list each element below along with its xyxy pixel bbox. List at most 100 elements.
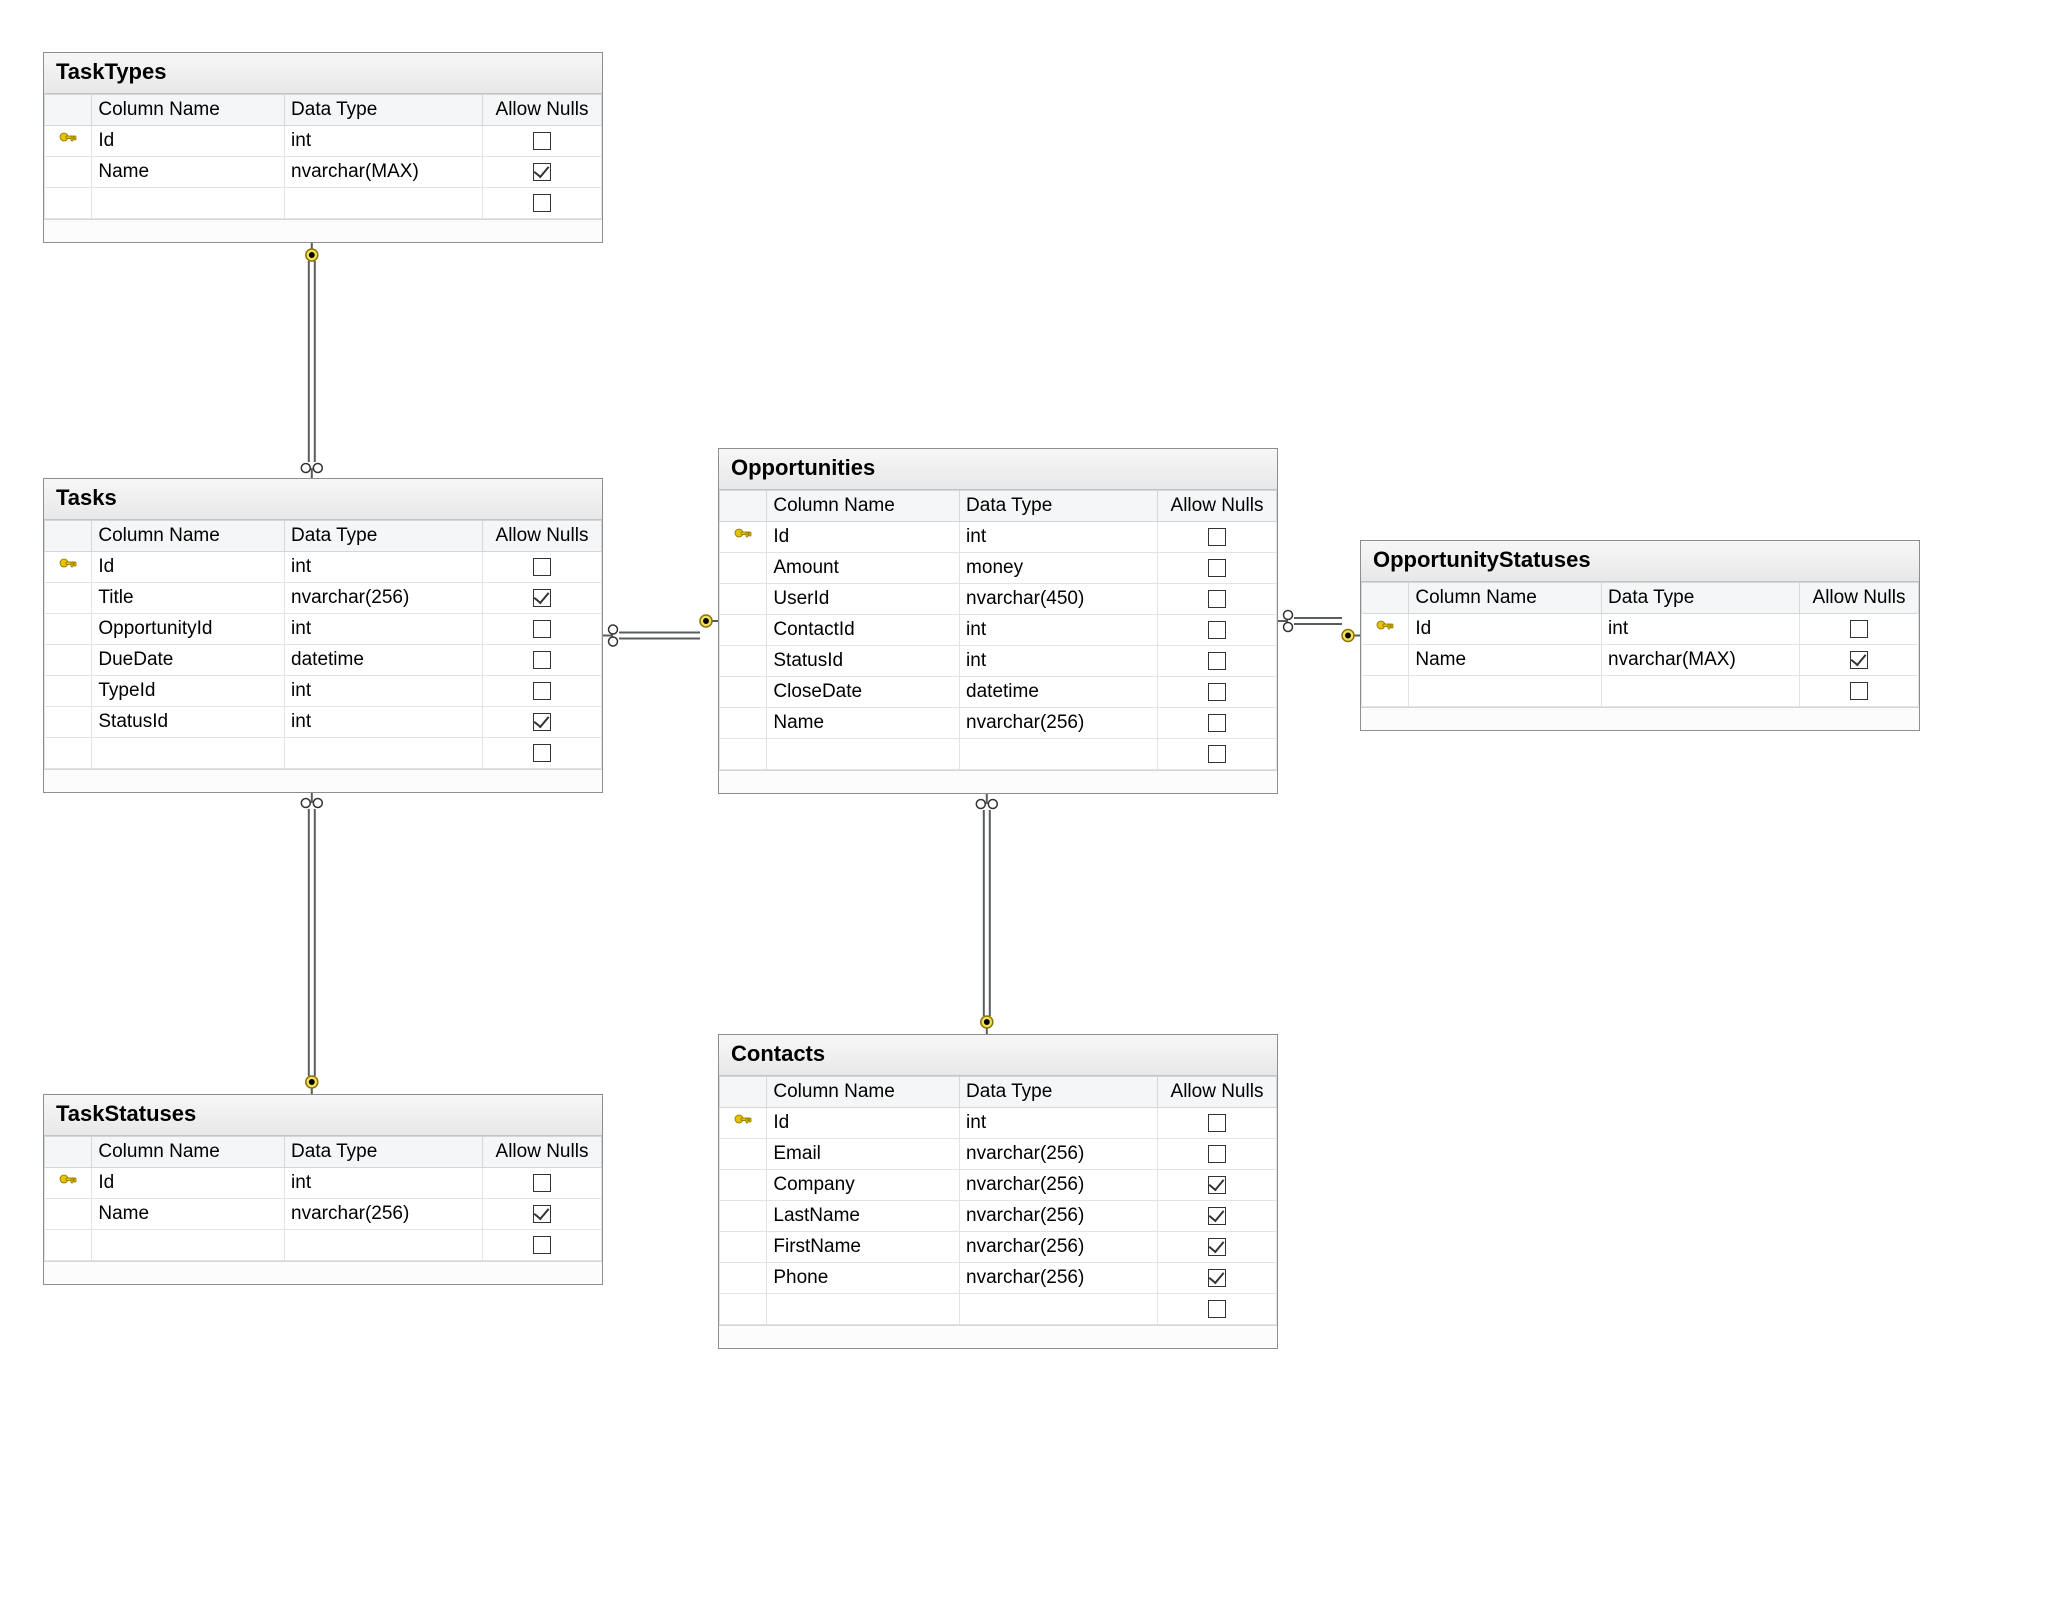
allow-nulls-checkbox[interactable] xyxy=(1850,651,1868,669)
allow-nulls-checkbox[interactable] xyxy=(533,620,551,638)
relationship-tasks-tasktypes[interactable] xyxy=(309,261,315,462)
column-row[interactable]: Idint xyxy=(1362,614,1919,645)
allow-nulls-checkbox[interactable] xyxy=(1208,621,1226,639)
db-table-opportunitystatuses[interactable]: OpportunityStatusesColumn NameData TypeA… xyxy=(1360,540,1920,731)
blank-row[interactable] xyxy=(45,188,602,219)
db-table-contacts[interactable]: ContactsColumn NameData TypeAllow NullsI… xyxy=(718,1034,1278,1349)
allow-nulls-cell[interactable] xyxy=(482,707,601,738)
allow-nulls-checkbox[interactable] xyxy=(1208,1145,1226,1163)
db-table-tasktypes[interactable]: TaskTypesColumn NameData TypeAllow Nulls… xyxy=(43,52,603,243)
blank-row[interactable] xyxy=(45,1230,602,1261)
allow-nulls-cell[interactable] xyxy=(482,1168,601,1199)
column-row[interactable]: StatusIdint xyxy=(720,646,1277,677)
allow-nulls-cell[interactable] xyxy=(1157,708,1276,739)
column-row[interactable]: TypeIdint xyxy=(45,676,602,707)
allow-nulls-checkbox[interactable] xyxy=(1208,1238,1226,1256)
blank-row[interactable] xyxy=(1362,676,1919,707)
column-row[interactable]: Emailnvarchar(256) xyxy=(720,1139,1277,1170)
column-row[interactable]: UserIdnvarchar(450) xyxy=(720,584,1277,615)
allow-nulls-cell[interactable] xyxy=(1157,584,1276,615)
allow-nulls-checkbox[interactable] xyxy=(1208,714,1226,732)
allow-nulls-checkbox[interactable] xyxy=(1208,1207,1226,1225)
allow-nulls-checkbox[interactable] xyxy=(1850,682,1868,700)
blank-row[interactable] xyxy=(45,738,602,769)
column-row[interactable]: Titlenvarchar(256) xyxy=(45,583,602,614)
allow-nulls-checkbox[interactable] xyxy=(1208,683,1226,701)
allow-nulls-cell[interactable] xyxy=(1157,1170,1276,1201)
blank-row[interactable] xyxy=(720,739,1277,770)
allow-nulls-checkbox[interactable] xyxy=(1208,745,1226,763)
column-row[interactable]: Amountmoney xyxy=(720,553,1277,584)
allow-nulls-checkbox[interactable] xyxy=(533,194,551,212)
allow-nulls-checkbox[interactable] xyxy=(1208,1300,1226,1318)
allow-nulls-cell[interactable] xyxy=(1157,1263,1276,1294)
relationship-opportunities-opportunitystatuses[interactable] xyxy=(1294,618,1342,624)
allow-nulls-cell[interactable] xyxy=(482,1199,601,1230)
allow-nulls-cell[interactable] xyxy=(482,157,601,188)
allow-nulls-checkbox[interactable] xyxy=(533,1174,551,1192)
column-row[interactable]: Namenvarchar(256) xyxy=(720,708,1277,739)
column-row[interactable]: FirstNamenvarchar(256) xyxy=(720,1232,1277,1263)
column-row[interactable]: StatusIdint xyxy=(45,707,602,738)
allow-nulls-checkbox[interactable] xyxy=(533,163,551,181)
allow-nulls-checkbox[interactable] xyxy=(533,744,551,762)
allow-nulls-checkbox[interactable] xyxy=(1208,1176,1226,1194)
allow-nulls-checkbox[interactable] xyxy=(533,132,551,150)
column-row[interactable]: Idint xyxy=(720,522,1277,553)
column-row[interactable]: Idint xyxy=(45,126,602,157)
db-table-tasks[interactable]: TasksColumn NameData TypeAllow NullsIdin… xyxy=(43,478,603,793)
allow-nulls-cell[interactable] xyxy=(1157,1139,1276,1170)
column-row[interactable]: Idint xyxy=(45,1168,602,1199)
allow-nulls-cell[interactable] xyxy=(482,552,601,583)
allow-nulls-cell[interactable] xyxy=(482,676,601,707)
allow-nulls-cell[interactable] xyxy=(1157,677,1276,708)
allow-nulls-checkbox[interactable] xyxy=(533,1236,551,1254)
column-row[interactable]: Phonenvarchar(256) xyxy=(720,1263,1277,1294)
column-row[interactable]: Namenvarchar(MAX) xyxy=(45,157,602,188)
allow-nulls-checkbox[interactable] xyxy=(533,651,551,669)
column-row[interactable]: Idint xyxy=(720,1108,1277,1139)
column-row[interactable]: DueDatedatetime xyxy=(45,645,602,676)
allow-nulls-checkbox[interactable] xyxy=(1208,1114,1226,1132)
allow-nulls-cell[interactable] xyxy=(482,645,601,676)
allow-nulls-cell[interactable] xyxy=(1799,645,1918,676)
column-row[interactable]: OpportunityIdint xyxy=(45,614,602,645)
allow-nulls-cell[interactable] xyxy=(482,614,601,645)
allow-nulls-cell[interactable] xyxy=(1157,646,1276,677)
allow-nulls-checkbox[interactable] xyxy=(1208,652,1226,670)
allow-nulls-checkbox[interactable] xyxy=(533,558,551,576)
relationship-opportunities-contacts[interactable] xyxy=(984,810,990,1016)
allow-nulls-cell[interactable] xyxy=(482,583,601,614)
allow-nulls-cell[interactable] xyxy=(1157,553,1276,584)
column-row[interactable]: Namenvarchar(MAX) xyxy=(1362,645,1919,676)
column-row[interactable]: LastNamenvarchar(256) xyxy=(720,1201,1277,1232)
allow-nulls-checkbox[interactable] xyxy=(533,713,551,731)
col-key-header xyxy=(1362,583,1409,614)
column-row[interactable]: Namenvarchar(256) xyxy=(45,1199,602,1230)
allow-nulls-cell[interactable] xyxy=(1157,1232,1276,1263)
blank-row[interactable] xyxy=(720,1294,1277,1325)
allow-nulls-cell[interactable] xyxy=(1157,522,1276,553)
allow-nulls-checkbox[interactable] xyxy=(533,682,551,700)
db-table-taskstatuses[interactable]: TaskStatusesColumn NameData TypeAllow Nu… xyxy=(43,1094,603,1285)
column-row[interactable]: Companynvarchar(256) xyxy=(720,1170,1277,1201)
db-table-opportunities[interactable]: OpportunitiesColumn NameData TypeAllow N… xyxy=(718,448,1278,794)
allow-nulls-checkbox[interactable] xyxy=(1850,620,1868,638)
column-row[interactable]: CloseDatedatetime xyxy=(720,677,1277,708)
allow-nulls-checkbox[interactable] xyxy=(533,1205,551,1223)
allow-nulls-checkbox[interactable] xyxy=(1208,559,1226,577)
column-row[interactable]: ContactIdint xyxy=(720,615,1277,646)
allow-nulls-cell[interactable] xyxy=(1157,615,1276,646)
allow-nulls-checkbox[interactable] xyxy=(533,589,551,607)
allow-nulls-checkbox[interactable] xyxy=(1208,528,1226,546)
relationship-tasks-opportunities[interactable] xyxy=(619,633,700,639)
allow-nulls-cell[interactable] xyxy=(1799,614,1918,645)
column-row[interactable]: Idint xyxy=(45,552,602,583)
allow-nulls-cell[interactable] xyxy=(1157,1201,1276,1232)
column-type: nvarchar(256) xyxy=(960,1170,1158,1201)
allow-nulls-cell[interactable] xyxy=(482,126,601,157)
relationship-tasks-taskstatuses[interactable] xyxy=(309,809,315,1076)
allow-nulls-checkbox[interactable] xyxy=(1208,590,1226,608)
allow-nulls-cell[interactable] xyxy=(1157,1108,1276,1139)
allow-nulls-checkbox[interactable] xyxy=(1208,1269,1226,1287)
